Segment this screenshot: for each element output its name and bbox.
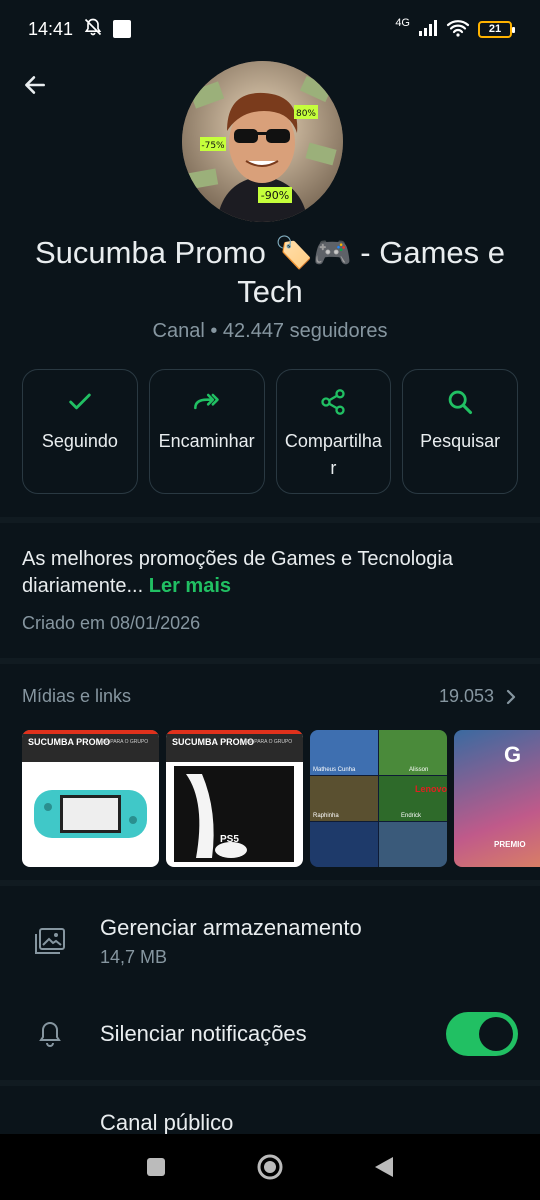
badge-75: -75%: [201, 141, 225, 151]
media-count: 19.053: [438, 686, 494, 706]
follow-label: Seguindo: [41, 431, 118, 451]
storage-size: 14,7 MB: [100, 946, 168, 967]
description-text: As melhores promoções de Games e Tecnolo…: [22, 548, 453, 597]
share-icon: [321, 389, 346, 415]
mute-title: Silenciar notificações: [100, 1021, 307, 1046]
divider: [0, 880, 540, 886]
action-row: Seguindo Encaminhar Compartilhar Pesquis…: [22, 369, 518, 494]
media-thumb-switch[interactable]: SUCUMBA PROMO VEM PARA O GRUPO: [22, 730, 159, 867]
player-name: Matheus Cunha: [313, 767, 356, 773]
mute-bell-icon: [83, 17, 103, 42]
bell-icon: [39, 1021, 61, 1047]
player-name: Alisson: [409, 767, 429, 773]
search-icon: [448, 390, 473, 415]
status-bar: 14:41 4G 21: [0, 0, 540, 58]
mute-toggle[interactable]: [446, 1012, 518, 1056]
chevron-right-icon: [506, 689, 516, 704]
badge-80: 80%: [296, 109, 316, 119]
thumb-tagline: VEM PARA O GRUPO: [98, 739, 149, 745]
player-name: Endrick: [401, 813, 422, 819]
follow-button[interactable]: Seguindo: [22, 369, 138, 494]
media-header[interactable]: Mídias e links 19.053: [22, 686, 518, 707]
media-thumb-football[interactable]: Matheus Cunha Alisson Raphinha Endrick Le…: [310, 730, 447, 867]
ps5-label: PS5: [220, 834, 239, 845]
storage-title: Gerenciar armazenamento: [100, 914, 362, 940]
network-label: 4G: [395, 16, 410, 29]
battery-level: 21: [488, 23, 502, 35]
home-icon[interactable]: [256, 1153, 284, 1181]
arrow-left-icon: [25, 76, 45, 94]
sponsor-name: Lenovo: [415, 784, 447, 794]
forward-button[interactable]: Encaminhar: [148, 369, 265, 494]
search-button[interactable]: Pesquisar: [402, 369, 518, 494]
gta-label: PREMIO: [494, 840, 526, 849]
manage-storage-row[interactable]: Gerenciar armazenamento 14,7 MB: [0, 912, 540, 970]
notification-square-icon: [113, 20, 132, 38]
battery-icon: 21: [478, 20, 515, 38]
back-button[interactable]: [20, 70, 50, 100]
share-button[interactable]: Compartilhar: [275, 369, 392, 494]
read-more-link[interactable]: Ler mais: [149, 575, 231, 597]
media-title: Mídias e links: [22, 686, 132, 706]
player-name: Raphinha: [313, 813, 339, 819]
public-channel-title: Canal público: [100, 1110, 234, 1135]
share-label: Compartilhar: [284, 431, 382, 478]
divider: [0, 658, 540, 664]
nav-back-icon[interactable]: [373, 1155, 395, 1179]
badge-90: -90%: [261, 189, 289, 202]
check-icon: [69, 393, 91, 410]
media-thumb-ps5[interactable]: SUCUMBA PROMO VEM PARA O GRUPO PS5: [166, 730, 303, 867]
signal-icon: [418, 19, 438, 40]
switch-console-image: [34, 790, 147, 838]
forward-label: Encaminhar: [158, 431, 255, 451]
search-label: Pesquisar: [420, 431, 501, 451]
gallery-storage-icon: [35, 928, 65, 954]
system-nav-bar: [0, 1134, 540, 1200]
divider: [0, 1080, 540, 1086]
thumb-tagline: VEM PARA O GRUPO: [242, 739, 293, 745]
channel-avatar[interactable]: 80% -75% -90%: [182, 61, 343, 222]
ps5-box-image: [174, 766, 294, 862]
created-date: Criado em 08/01/2026: [22, 613, 201, 633]
channel-title: Sucumba Promo 🏷️🎮 - Games e Tech: [34, 235, 505, 309]
media-thumbnails: SUCUMBA PROMO VEM PARA O GRUPO SUCUMBA P…: [22, 730, 540, 868]
channel-description: As melhores promoções de Games e Tecnolo…: [22, 546, 522, 600]
divider: [0, 517, 540, 523]
recent-apps-icon[interactable]: [145, 1156, 167, 1178]
channel-subtitle: Canal • 42.447 seguidores: [152, 320, 388, 342]
forward-icon: [193, 393, 219, 410]
wifi-icon: [446, 19, 470, 40]
media-thumb-gta[interactable]: G PREMIO: [454, 730, 540, 867]
mute-notifications-row: Silenciar notificações: [0, 1012, 540, 1056]
status-time: 14:41: [28, 18, 74, 39]
